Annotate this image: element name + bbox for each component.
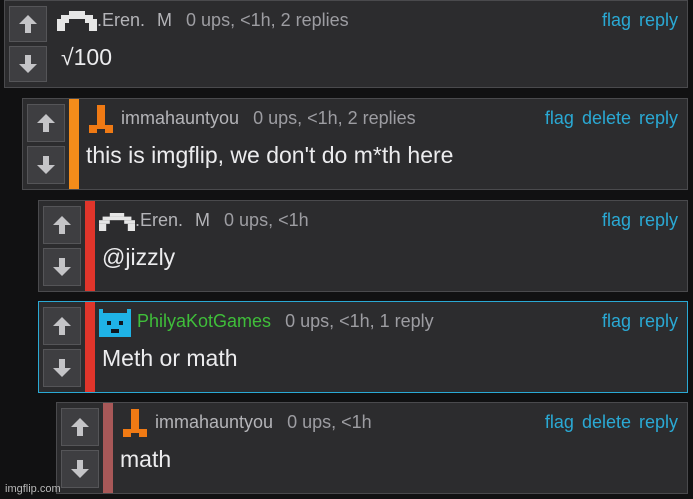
- username-link[interactable]: .Eren.: [97, 10, 145, 30]
- arrow-up-icon: [19, 15, 37, 33]
- comment-text: Meth or math: [102, 345, 238, 371]
- comment-meta: PhilyaKotGames 0 ups, <1h, 1 reply: [137, 311, 434, 332]
- comment-meta: immahauntyou 0 ups, <1h: [155, 412, 372, 433]
- comment-meta: .Eren. M 0 ups, <1h: [135, 210, 309, 231]
- comment-stats: 0 ups, <1h: [287, 412, 372, 432]
- mod-badge: M: [157, 10, 173, 30]
- comment-meta: .Eren. M 0 ups, <1h, 2 replies: [97, 10, 349, 31]
- arrow-down-icon: [71, 460, 89, 478]
- flag-link[interactable]: flag: [602, 311, 631, 331]
- comment-actions: flag reply: [594, 210, 678, 231]
- downvote-button[interactable]: [9, 46, 47, 82]
- comment-actions: flag reply: [594, 10, 678, 31]
- reply-link[interactable]: reply: [639, 412, 678, 432]
- pixel-invader-icon: [99, 213, 135, 231]
- username-link[interactable]: .Eren.: [135, 210, 183, 230]
- thread-depth-bar: [85, 302, 95, 392]
- username-link[interactable]: PhilyaKotGames: [137, 311, 271, 331]
- comment-4: immahauntyou 0 ups, <1h flag delete reply m…: [56, 402, 688, 494]
- reply-link[interactable]: reply: [639, 311, 678, 331]
- flag-link[interactable]: flag: [602, 210, 631, 230]
- comment-thread: .Eren. M 0 ups, <1h, 2 replies flag reply √…: [0, 0, 693, 499]
- upvote-button[interactable]: [9, 6, 47, 42]
- pixel-gallows-icon: [89, 105, 113, 133]
- imgflip-watermark: imgflip.com: [5, 483, 61, 495]
- comment-stats: 0 ups, <1h, 2 replies: [253, 108, 416, 128]
- user-avatar[interactable]: [57, 11, 97, 31]
- arrow-down-icon: [53, 359, 71, 377]
- pixel-invader-icon: [57, 11, 97, 31]
- user-avatar[interactable]: [123, 409, 147, 437]
- flag-link[interactable]: flag: [545, 412, 574, 432]
- upvote-button[interactable]: [43, 307, 81, 345]
- user-avatar[interactable]: [99, 213, 135, 231]
- comment-3: PhilyaKotGames 0 ups, <1h, 1 reply flag re…: [38, 301, 688, 393]
- vote-column: [57, 403, 103, 493]
- comment-stats: 0 ups, <1h: [224, 210, 309, 230]
- comment-stats: 0 ups, <1h, 2 replies: [186, 10, 349, 30]
- upvote-button[interactable]: [43, 206, 81, 244]
- thread-depth-bar: [69, 99, 79, 189]
- thread-depth-bar: [85, 201, 95, 291]
- user-avatar[interactable]: [99, 308, 131, 338]
- arrow-up-icon: [53, 216, 71, 234]
- arrow-down-icon: [37, 156, 55, 174]
- pixel-gallows-icon: [123, 409, 147, 437]
- comment-1: immahauntyou 0 ups, <1h, 2 replies flag de…: [22, 98, 688, 190]
- user-avatar[interactable]: [89, 105, 113, 133]
- comment-actions: flag reply: [594, 311, 678, 332]
- comment-actions: flag delete reply: [537, 108, 678, 129]
- downvote-button[interactable]: [43, 349, 81, 387]
- arrow-down-icon: [53, 258, 71, 276]
- delete-link[interactable]: delete: [582, 412, 631, 432]
- vote-column: [23, 99, 69, 189]
- downvote-button[interactable]: [61, 450, 99, 488]
- comment-text: math: [120, 446, 172, 472]
- vote-column: [39, 302, 85, 392]
- comment-text: @jizzly: [102, 244, 176, 270]
- comment-stats: 0 ups, <1h, 1 reply: [285, 311, 434, 331]
- username-link[interactable]: immahauntyou: [121, 108, 239, 128]
- pixel-cat-icon: [99, 309, 131, 337]
- vote-column: [39, 201, 85, 291]
- vote-column: [5, 1, 51, 87]
- downvote-button[interactable]: [43, 248, 81, 286]
- username-link[interactable]: immahauntyou: [155, 412, 273, 432]
- reply-link[interactable]: reply: [639, 210, 678, 230]
- thread-depth-bar: [103, 403, 113, 493]
- arrow-down-icon: [19, 55, 37, 73]
- delete-link[interactable]: delete: [582, 108, 631, 128]
- flag-link[interactable]: flag: [545, 108, 574, 128]
- comment-text: this is imgflip, we don't do m*th here: [86, 142, 454, 168]
- comment-text: √100: [61, 44, 112, 70]
- comment-actions: flag delete reply: [537, 412, 678, 433]
- comment-0: .Eren. M 0 ups, <1h, 2 replies flag reply √…: [4, 0, 688, 88]
- comment-2: .Eren. M 0 ups, <1h flag reply @jizzly: [38, 200, 688, 292]
- arrow-up-icon: [53, 317, 71, 335]
- arrow-up-icon: [37, 114, 55, 132]
- upvote-button[interactable]: [61, 408, 99, 446]
- reply-link[interactable]: reply: [639, 10, 678, 30]
- comment-meta: immahauntyou 0 ups, <1h, 2 replies: [121, 108, 416, 129]
- upvote-button[interactable]: [27, 104, 65, 142]
- flag-link[interactable]: flag: [602, 10, 631, 30]
- downvote-button[interactable]: [27, 146, 65, 184]
- arrow-up-icon: [71, 418, 89, 436]
- reply-link[interactable]: reply: [639, 108, 678, 128]
- mod-badge: M: [195, 210, 211, 230]
